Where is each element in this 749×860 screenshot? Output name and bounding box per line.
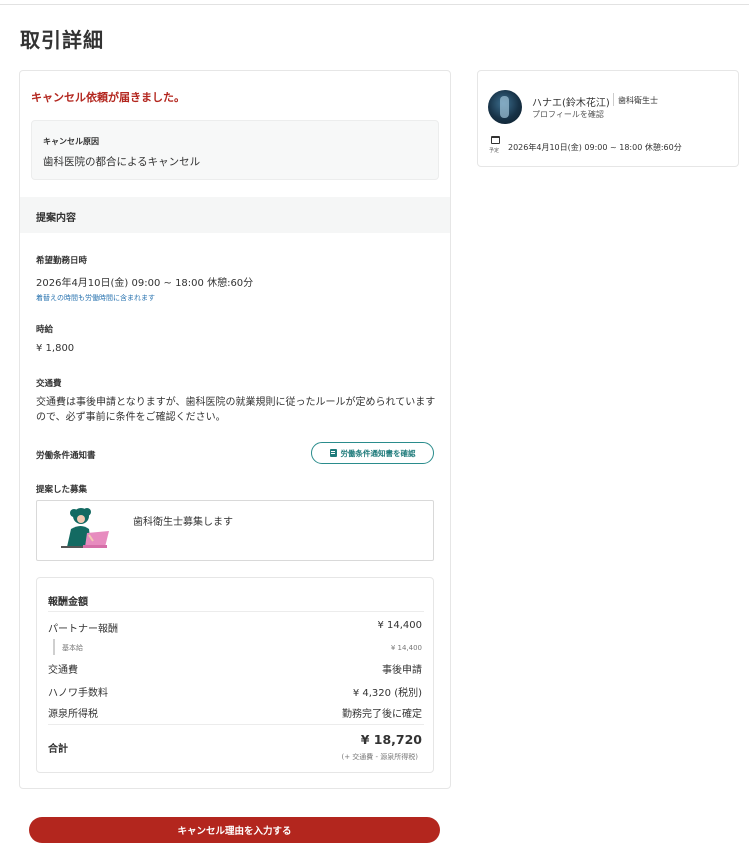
labor-notice-label: 労働条件通知書 <box>36 451 96 461</box>
transport-label: 交通費 <box>36 379 62 389</box>
partner-role: 歯科衛生士 <box>618 96 658 105</box>
cancel-reason-button[interactable]: キャンセル理由を入力する <box>29 817 440 843</box>
withholding-tax-label: 源泉所得税 <box>48 709 98 720</box>
name-divider <box>613 93 614 106</box>
transport-text: 交通費は事後申請となりますが、歯科医院の就業規則に従ったルールが定められています… <box>36 397 436 423</box>
calendar-caption: 予定 <box>489 148 500 154</box>
partner-card: ハナエ(鈴木花江) 歯科衛生士 プロフィールを確認 予定 2026年4月10日(… <box>477 70 739 167</box>
partner-name[interactable]: ハナエ(鈴木花江) <box>532 94 610 109</box>
payment-divider <box>48 611 424 612</box>
page-title: 取引詳細 <box>20 28 104 52</box>
deal-detail-card: キャンセル依頼が届きました。 キャンセル原因 歯科医院の都合によるキャンセル 提… <box>19 70 451 789</box>
work-date-value: 2026年4月10日(金) 09:00 ~ 18:00 休憩:60分 <box>36 278 254 289</box>
work-date-note: 着替えの時間も労働時間に含まれます <box>36 294 155 302</box>
total-value: ¥ 18,720 <box>360 732 422 747</box>
proposal-section-header: 提案内容 <box>20 197 450 233</box>
job-title: 歯科衛生士募集します <box>133 517 233 528</box>
profile-link[interactable]: プロフィールを確認 <box>532 109 604 120</box>
base-pay-label: 基本給 <box>62 644 83 652</box>
service-fee-value: ¥ 4,320 (税別) <box>352 688 422 699</box>
partner-date: 2026年4月10日(金) 09:00 ~ 18:00 休憩:60分 <box>508 143 682 152</box>
withholding-tax-value: 勤務完了後に確定 <box>342 709 422 720</box>
hourly-label: 時給 <box>36 325 54 335</box>
document-icon <box>329 449 337 457</box>
total-divider <box>48 724 424 725</box>
transport-fee-value: 事後申請 <box>382 665 422 676</box>
sub-item-bar <box>53 639 55 655</box>
calendar-icon <box>491 136 500 144</box>
service-fee-label: ハノワ手数料 <box>48 688 108 699</box>
cancel-notice: キャンセル依頼が届きました。 <box>31 91 185 104</box>
cancel-reason-label: キャンセル原因 <box>43 137 99 146</box>
partner-fee-value: ¥ 14,400 <box>377 620 422 631</box>
base-pay-value: ¥ 14,400 <box>390 644 422 652</box>
labor-notice-button[interactable]: 労働条件通知書を確認 <box>311 442 434 464</box>
cancel-reason-box: キャンセル原因 歯科医院の都合によるキャンセル <box>31 120 439 180</box>
partner-fee-label: パートナー報酬 <box>48 624 118 635</box>
avatar[interactable] <box>488 90 522 124</box>
hourly-value: ¥ 1,800 <box>36 343 75 354</box>
job-illustration <box>61 508 109 548</box>
payment-card: 報酬金額 パートナー報酬 ¥ 14,400 基本給 ¥ 14,400 交通費 事… <box>36 577 434 773</box>
cancel-reason-text: 歯科医院の都合によるキャンセル <box>43 156 201 168</box>
total-label: 合計 <box>48 744 68 755</box>
job-label: 提案した募集 <box>36 485 88 495</box>
top-border <box>0 0 749 5</box>
transport-fee-label: 交通費 <box>48 665 78 676</box>
payment-title: 報酬金額 <box>48 597 88 608</box>
work-date-label: 希望勤務日時 <box>36 256 88 266</box>
proposal-heading: 提案内容 <box>36 213 76 224</box>
job-card[interactable]: 歯科衛生士募集します <box>36 500 434 561</box>
labor-notice-button-label: 労働条件通知書を確認 <box>340 448 416 458</box>
total-note: (+ 交通費 - 源泉所得税) <box>341 753 418 761</box>
